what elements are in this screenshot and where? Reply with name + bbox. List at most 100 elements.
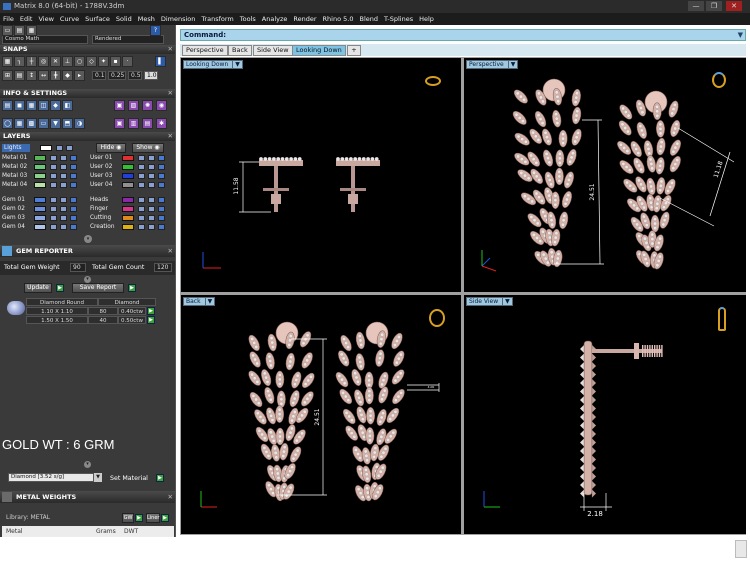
viewport-label-perspective[interactable]: Perspective ▼ <box>466 60 519 69</box>
info-settings-icon[interactable]: ✱ <box>156 118 167 129</box>
snap-face-icon[interactable]: ◆ <box>62 70 73 81</box>
close-icon[interactable]: ✕ <box>168 89 173 98</box>
layer-row-left[interactable]: Metal 03 <box>2 172 82 180</box>
close-icon[interactable]: ✕ <box>168 491 173 503</box>
snap-perp-icon[interactable]: ⊥ <box>62 56 73 67</box>
material-select[interactable]: Diamond [3.52 s/g] <box>8 473 94 482</box>
layer-color-swatch[interactable] <box>122 224 134 230</box>
layer-color-swatch[interactable] <box>122 173 134 179</box>
layer-color-swatch[interactable] <box>122 206 134 212</box>
tab-back[interactable]: Back <box>228 45 252 56</box>
material-expand-icon[interactable]: ▾ <box>84 461 91 468</box>
layer-visible-icon[interactable] <box>60 155 67 161</box>
info-curve-icon[interactable]: ◑ <box>74 118 85 129</box>
layer-visible-icon[interactable] <box>148 182 155 188</box>
layer-current-icon[interactable] <box>158 155 165 161</box>
layer-lock-icon[interactable] <box>138 215 145 221</box>
chevron-down-icon[interactable]: ▼ <box>204 298 212 305</box>
layer-color-swatch[interactable] <box>34 164 46 170</box>
layer-lock-icon[interactable] <box>138 155 145 161</box>
viewport-looking-down[interactable]: 11.58 Looking Down ▼ <box>181 58 461 292</box>
gem-expand-icon[interactable]: ▾ <box>84 276 91 283</box>
snap-toggle-icon[interactable]: ▌ <box>155 56 166 67</box>
close-icon[interactable]: ✕ <box>168 132 173 141</box>
gw-button[interactable]: GW <box>122 513 134 523</box>
layer-current-icon[interactable] <box>158 182 165 188</box>
layer-visible-icon[interactable] <box>148 155 155 161</box>
snap-point-icon[interactable]: · <box>122 56 133 67</box>
layer-lock-icon[interactable] <box>50 173 57 179</box>
gem-reporter-header[interactable]: GEM REPORTER ✕ <box>0 245 175 257</box>
snaps-header[interactable]: SNAPS ✕ <box>0 45 175 54</box>
info-view-icon[interactable]: ◧ <box>62 100 73 111</box>
snap-cen-icon[interactable]: ◎ <box>38 56 49 67</box>
info-material-icon[interactable]: ▨ <box>128 100 139 111</box>
layer-current-icon[interactable] <box>158 164 165 170</box>
layer-color-swatch[interactable] <box>34 224 46 230</box>
maximize-button[interactable]: ❐ <box>706 1 722 11</box>
layer-row-right[interactable]: User 01 <box>90 154 170 162</box>
info-light-icon[interactable]: ✺ <box>142 100 153 111</box>
close-icon[interactable]: ✕ <box>168 245 173 257</box>
layer-color-swatch[interactable] <box>122 155 134 161</box>
menu-transform[interactable]: Transform <box>201 15 233 23</box>
layer-row-left[interactable]: Metal 04 <box>2 181 82 189</box>
snap-mid-icon[interactable]: ┼ <box>26 56 37 67</box>
menu-rhino[interactable]: Rhino 5.0 <box>323 15 354 23</box>
layer-row-left[interactable]: Gem 03 <box>2 214 82 222</box>
snap-int-icon[interactable]: ✕ <box>50 56 61 67</box>
layer-lock-icon[interactable] <box>50 206 57 212</box>
layer-row-right[interactable]: User 04 <box>90 181 170 189</box>
layer-lock-icon[interactable] <box>138 224 145 230</box>
layer-current-icon[interactable] <box>158 215 165 221</box>
layer-row-left[interactable]: Metal 02 <box>2 163 82 171</box>
layer-visible-icon[interactable] <box>148 224 155 230</box>
viewport-label-looking-down[interactable]: Looking Down ▼ <box>183 60 243 69</box>
layer-current-icon[interactable] <box>70 164 77 170</box>
menu-edit[interactable]: Edit <box>20 15 33 23</box>
layer-lock-icon[interactable] <box>50 155 57 161</box>
layer-lock-icon[interactable] <box>50 215 57 221</box>
tab-add[interactable]: + <box>347 45 361 56</box>
snap-tan-icon[interactable]: ○ <box>74 56 85 67</box>
layer-lights-visible-icon[interactable] <box>66 145 73 151</box>
layer-lock-icon[interactable] <box>138 164 145 170</box>
close-button[interactable]: ✕ <box>726 1 742 11</box>
info-scale-icon[interactable]: ⬒ <box>62 118 73 129</box>
layer-row-right[interactable]: User 02 <box>90 163 170 171</box>
toolbar-save-icon[interactable]: ▦ <box>26 25 37 36</box>
menu-dimension[interactable]: Dimension <box>161 15 196 23</box>
menu-view[interactable]: View <box>38 15 53 23</box>
viewport-label-side-view[interactable]: Side View ▼ <box>466 297 513 306</box>
render-mode-field[interactable]: Rendered <box>92 35 164 44</box>
layer-row-right[interactable]: Creation <box>90 223 170 231</box>
close-icon[interactable]: ✕ <box>168 45 173 54</box>
info-weight-icon[interactable]: ▼ <box>50 118 61 129</box>
tab-perspective[interactable]: Perspective <box>182 45 228 56</box>
minimize-button[interactable]: — <box>688 1 704 11</box>
layer-color-swatch[interactable] <box>34 206 46 212</box>
layer-visible-icon[interactable] <box>60 182 67 188</box>
layer-visible-icon[interactable] <box>60 224 67 230</box>
layer-color-swatch[interactable] <box>34 155 46 161</box>
snap-end-icon[interactable]: ┐ <box>14 56 25 67</box>
layer-current-icon[interactable] <box>70 215 77 221</box>
chevron-down-icon[interactable]: ▼ <box>502 298 510 305</box>
layer-current-icon[interactable] <box>70 182 77 188</box>
gem-row-select-button[interactable]: ▶ <box>147 307 155 315</box>
layer-visible-icon[interactable] <box>148 206 155 212</box>
tab-looking-down[interactable]: Looking Down <box>292 45 346 56</box>
info-env-icon[interactable]: ◉ <box>156 100 167 111</box>
menu-surface[interactable]: Surface <box>85 15 110 23</box>
menu-help[interactable]: Help <box>419 15 434 23</box>
command-dropdown-icon[interactable]: ▼ <box>738 30 743 40</box>
info-color-icon[interactable]: ▤ <box>142 118 153 129</box>
ring-view-icon[interactable] <box>429 309 445 327</box>
layer-row-right[interactable]: Finger <box>90 205 170 213</box>
menu-mesh[interactable]: Mesh <box>138 15 155 23</box>
layer-current-icon[interactable] <box>158 206 165 212</box>
menu-tsplines[interactable]: T-Splines <box>384 15 413 23</box>
layer-visible-icon[interactable] <box>60 173 67 179</box>
layer-row-right[interactable]: User 03 <box>90 172 170 180</box>
snap-ortho-icon[interactable]: ⊞ <box>2 70 13 81</box>
